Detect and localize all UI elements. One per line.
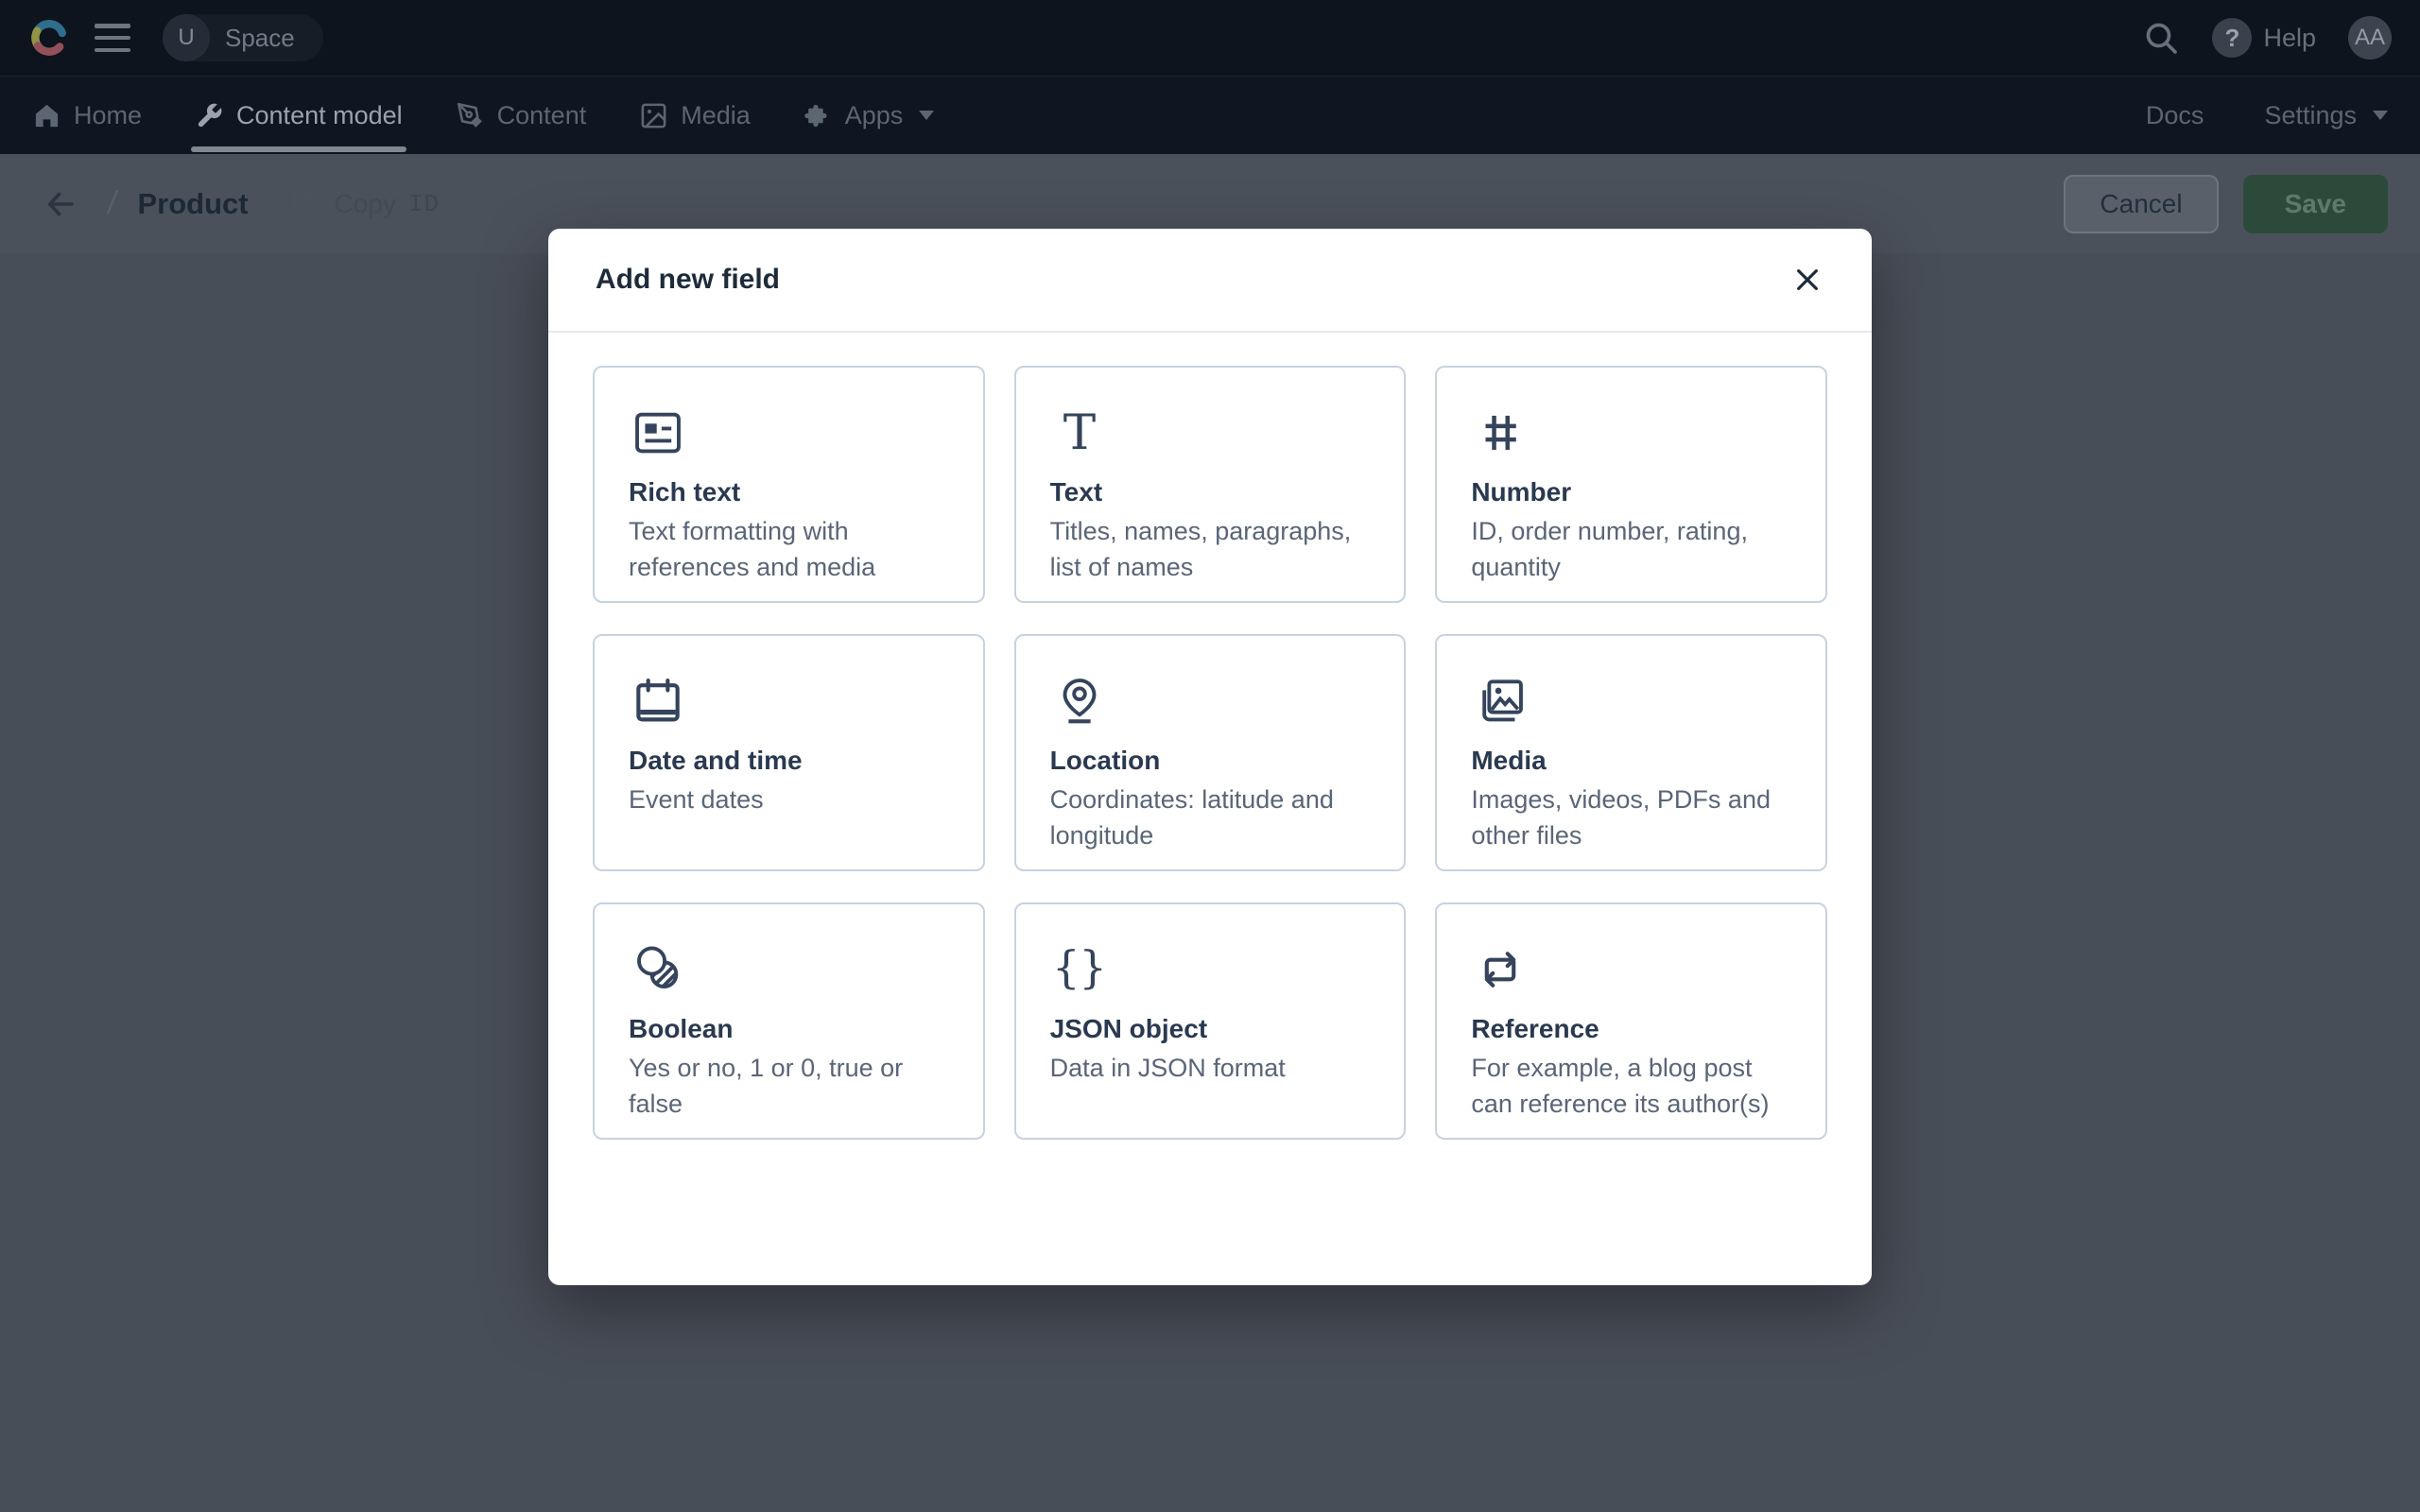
nav-item-label: Settings [2264,101,2357,130]
field-name: Rich text [629,477,949,507]
images-icon [1471,672,1530,730]
copy-id-button[interactable]: Copy ID [292,189,441,219]
field-card-rich-text[interactable]: Rich text Text formatting with reference… [593,366,985,603]
back-button[interactable] [38,181,83,227]
top-bar: U Space ? Help AA [0,0,2420,76]
nav-item-content-model[interactable]: Content model [191,77,406,154]
field-description: Coordinates: latitude and longitude [1050,782,1371,853]
chevron-down-icon [2373,111,2388,120]
nav-item-apps[interactable]: Apps [800,77,939,154]
hamburger-menu-icon[interactable] [95,24,130,52]
arrow-left-icon [43,187,78,221]
field-card-text[interactable]: T Text Titles, names, paragraphs, list o… [1014,366,1407,603]
nav-item-label: Content [497,101,587,130]
text-icon: T [1050,404,1109,462]
page-title: Product [137,187,248,221]
help-button[interactable]: ? Help [2212,18,2316,58]
rich-text-icon [629,404,687,462]
nav-item-content[interactable]: Content [452,77,591,154]
chevron-down-icon [919,111,934,120]
field-description: Images, videos, PDFs and other files [1471,782,1791,853]
field-description: Event dates [629,782,949,817]
json-icon: { } [1050,940,1109,999]
add-new-field-dialog: Add new field Rich text Text formatting … [548,229,1872,1285]
nav-item-docs[interactable]: Docs [2142,101,2208,130]
cancel-button[interactable]: Cancel [2064,175,2218,233]
space-switcher[interactable]: U Space [163,14,323,61]
nav-item-label: Apps [845,101,904,130]
field-description: For example, a blog post can reference i… [1471,1050,1791,1122]
field-card-boolean[interactable]: Boolean Yes or no, 1 or 0, true or false [593,902,985,1140]
nav-item-label: Home [74,101,142,130]
svg-text:T: T [1063,404,1095,461]
main-navigation: Home Content model Content Media Apps [0,76,2420,154]
close-button[interactable] [1787,259,1828,301]
copy-icon [292,189,322,219]
nav-item-label: Media [681,101,751,130]
nav-item-home[interactable]: Home [28,77,146,154]
location-pin-icon [1050,672,1109,730]
space-name: Space [225,24,295,53]
field-name: Date and time [629,746,949,776]
field-description: Yes or no, 1 or 0, true or false [629,1050,949,1122]
nav-item-settings[interactable]: Settings [2260,101,2392,130]
help-label: Help [2263,24,2316,53]
id-token: ID [408,190,440,218]
field-description: Data in JSON format [1050,1050,1371,1086]
question-mark-icon: ? [2212,18,2252,58]
contentful-logo-icon[interactable] [28,17,70,59]
calendar-icon [629,672,687,730]
number-icon [1471,404,1530,462]
wrench-icon [195,101,224,130]
svg-text:}: } [1079,942,1107,993]
pen-icon [456,101,485,130]
field-card-location[interactable]: Location Coordinates: latitude and longi… [1014,634,1407,871]
close-icon [1792,265,1823,295]
field-description: ID, order number, rating, quantity [1471,513,1791,585]
field-name: Number [1471,477,1791,507]
user-avatar[interactable]: AA [2348,16,2392,60]
nav-item-media[interactable]: Media [635,77,754,154]
boolean-icon [629,940,687,999]
field-description: Titles, names, paragraphs, list of names [1050,513,1371,585]
field-name: JSON object [1050,1014,1371,1044]
nav-item-label: Docs [2146,101,2204,130]
copy-label: Copy [335,189,396,219]
dialog-title: Add new field [596,264,780,296]
home-icon [32,101,61,130]
nav-item-label: Content model [236,101,403,130]
field-name: Location [1050,746,1371,776]
search-icon[interactable] [2142,19,2180,57]
breadcrumb-separator: / [105,185,119,222]
field-type-grid: Rich text Text formatting with reference… [548,333,1872,1173]
save-button[interactable]: Save [2243,175,2388,233]
space-avatar: U [163,14,210,61]
puzzle-icon [804,101,833,130]
field-name: Boolean [629,1014,949,1044]
reference-icon [1471,940,1530,999]
field-card-reference[interactable]: Reference For example, a blog post can r… [1435,902,1827,1140]
image-icon [639,101,668,130]
field-card-json-object[interactable]: { } JSON object Data in JSON format [1014,902,1407,1140]
field-name: Text [1050,477,1371,507]
field-name: Reference [1471,1014,1791,1044]
field-name: Media [1471,746,1791,776]
field-card-number[interactable]: Number ID, order number, rating, quantit… [1435,366,1827,603]
dialog-header: Add new field [548,229,1872,333]
field-description: Text formatting with references and medi… [629,513,949,585]
field-card-date-and-time[interactable]: Date and time Event dates [593,634,985,871]
svg-text:{: { [1052,942,1080,993]
field-card-media[interactable]: Media Images, videos, PDFs and other fil… [1435,634,1827,871]
